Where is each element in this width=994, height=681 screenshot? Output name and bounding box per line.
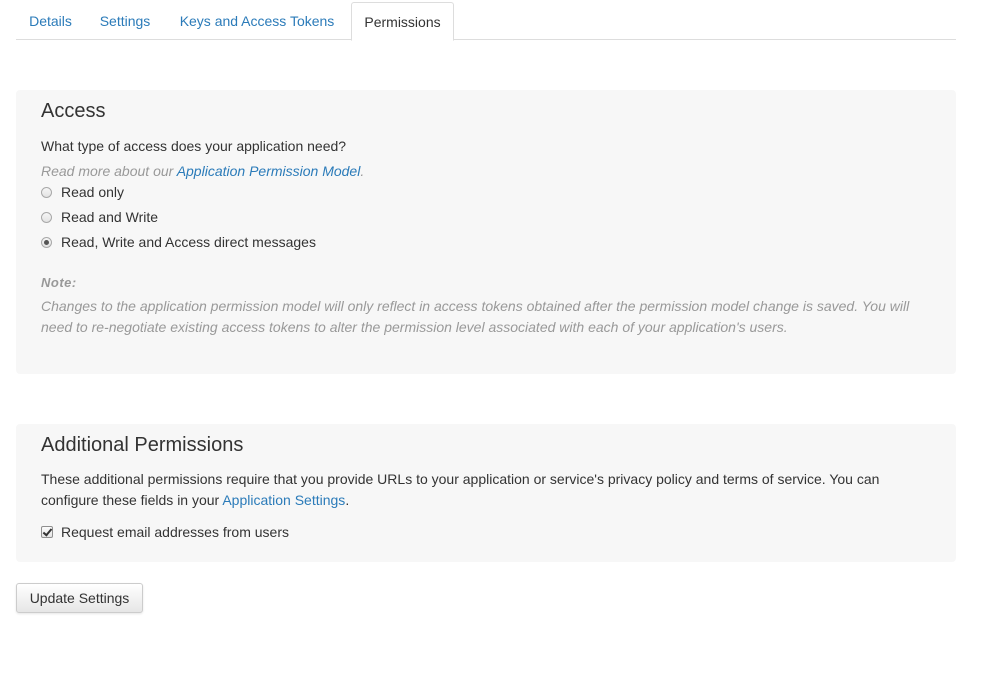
- application-permission-model-link[interactable]: Application Permission Model: [177, 163, 361, 179]
- permissions-page: Details Settings Keys and Access Tokens …: [0, 0, 994, 681]
- option-read-write-dm[interactable]: Read, Write and Access direct messages: [41, 232, 316, 252]
- option-read-and-write[interactable]: Read and Write: [41, 207, 158, 227]
- description-prefix: These additional permissions require tha…: [41, 471, 880, 508]
- read-write-dm-label: Read, Write and Access direct messages: [61, 234, 316, 250]
- access-heading: Access: [41, 100, 106, 122]
- tab-details[interactable]: Details: [16, 2, 85, 40]
- update-settings-button[interactable]: Update Settings: [16, 583, 143, 613]
- read-more-prefix: Read more about our: [41, 163, 177, 179]
- note-label: Note:: [41, 275, 77, 290]
- additional-permissions-heading: Additional Permissions: [41, 434, 244, 456]
- read-and-write-radio[interactable]: [41, 211, 52, 223]
- note-text: Changes to the application permission mo…: [41, 298, 910, 335]
- access-panel: Access What type of access does your app…: [16, 90, 956, 374]
- option-read-only[interactable]: Read only: [41, 182, 124, 202]
- application-settings-link[interactable]: Application Settings: [222, 492, 345, 508]
- read-only-label: Read only: [61, 184, 125, 200]
- tab-keys-and-access-tokens[interactable]: Keys and Access Tokens: [171, 2, 343, 40]
- tab-bar: Details Settings Keys and Access Tokens …: [16, 2, 956, 41]
- description-suffix: .: [345, 492, 350, 508]
- read-more-text: Read more about our Application Permissi…: [41, 163, 364, 179]
- request-email-checkbox[interactable]: [41, 526, 53, 538]
- request-email-option[interactable]: Request email addresses from users: [41, 522, 289, 542]
- request-email-label: Request email addresses from users: [61, 524, 289, 540]
- tab-permissions[interactable]: Permissions: [351, 2, 454, 41]
- access-question: What type of access does your applicatio…: [41, 138, 347, 154]
- tab-settings[interactable]: Settings: [92, 2, 158, 40]
- read-and-write-label: Read and Write: [61, 209, 159, 225]
- additional-permissions-description: These additional permissions require tha…: [41, 469, 931, 511]
- read-more-suffix: .: [360, 163, 365, 179]
- additional-permissions-panel: Additional Permissions These additional …: [16, 424, 956, 562]
- read-only-radio[interactable]: [41, 186, 52, 198]
- read-write-dm-radio[interactable]: [41, 236, 52, 248]
